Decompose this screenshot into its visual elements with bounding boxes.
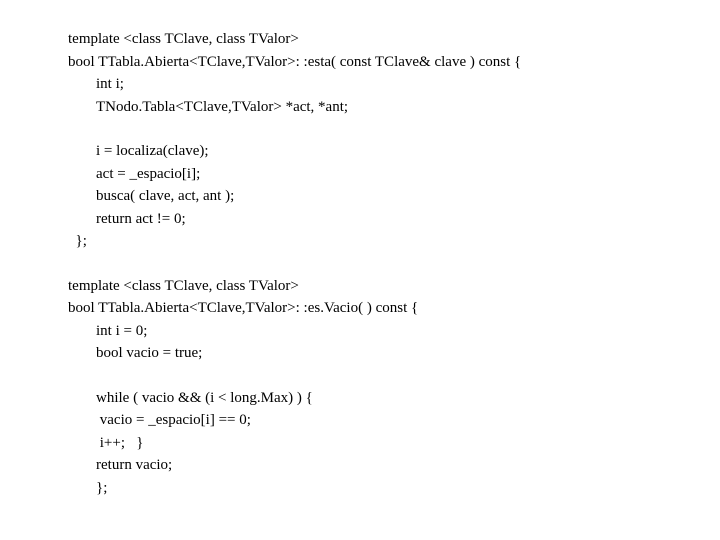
code-line: act = _espacio[i]; [68,163,720,186]
blank-line [68,365,720,387]
code-line: vacio = _espacio[i] == 0; [68,409,720,432]
blank-line [68,118,720,140]
code-line: bool vacio = true; [68,342,720,365]
code-block: template <class TClave, class TValor> bo… [0,0,720,499]
code-line: return act != 0; [68,208,720,231]
code-line: i = localiza(clave); [68,140,720,163]
code-line: i++; } [68,432,720,455]
code-line: int i; [68,73,720,96]
code-line: return vacio; [68,454,720,477]
code-line: }; [68,477,720,500]
code-line: bool TTabla.Abierta<TClave,TValor>: :es.… [68,297,720,320]
code-line: while ( vacio && (i < long.Max) ) { [68,387,720,410]
code-line: busca( clave, act, ant ); [68,185,720,208]
code-line: bool TTabla.Abierta<TClave,TValor>: :est… [68,51,720,74]
code-line: int i = 0; [68,320,720,343]
code-line: template <class TClave, class TValor> [68,28,720,51]
blank-line [68,253,720,275]
code-line: template <class TClave, class TValor> [68,275,720,298]
code-line: TNodo.Tabla<TClave,TValor> *act, *ant; [68,96,720,119]
code-line: }; [68,230,720,253]
